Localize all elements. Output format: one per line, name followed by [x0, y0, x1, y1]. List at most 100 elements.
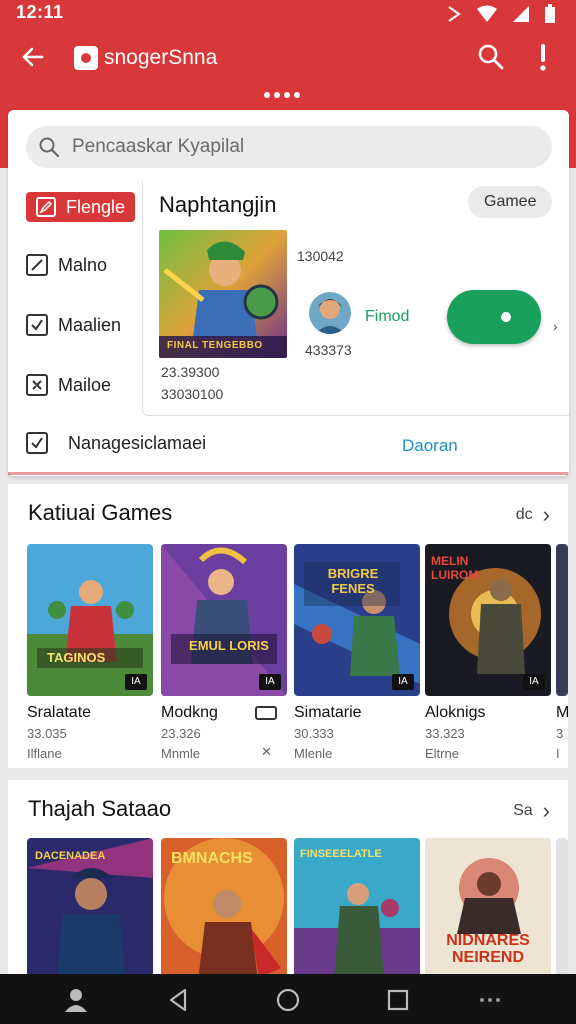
- tile-badge: IA: [125, 674, 147, 690]
- app-logo: [74, 46, 98, 70]
- game-art: [556, 544, 568, 696]
- game-name: Aloknigs: [425, 704, 486, 721]
- enable-toggle[interactable]: [447, 290, 541, 344]
- game-meta: I: [556, 746, 560, 761]
- section-katiuai-games: Katiuai Games dc › TAGINOS IA Sralatate …: [8, 484, 568, 768]
- game-art: NIDNARES NEIREND: [425, 838, 551, 974]
- more-dots-icon[interactable]: [476, 986, 504, 1014]
- game-meta: Eltrne: [425, 746, 459, 761]
- filter-sheet: Flengle Malno Maalien Mailoe Naphtangjin…: [8, 110, 569, 476]
- section-more-label: dc: [515, 506, 533, 523]
- section-thajah-sataao: Thajah Sataao Sa › DACENADEA BMNACHS FIN…: [8, 780, 568, 974]
- checkbox-icon: [26, 314, 48, 336]
- game-meta: 30.333: [294, 726, 334, 741]
- chevron-right-icon: ›: [542, 502, 550, 527]
- game-name: Sralatate: [27, 704, 92, 721]
- search-icon: [39, 137, 60, 158]
- search-bar[interactable]: [26, 126, 552, 168]
- game-art-title: BMNACHS: [171, 850, 253, 867]
- back-arrow-icon[interactable]: [18, 42, 48, 72]
- game-tile-partial[interactable]: M 3 I: [556, 544, 568, 764]
- game-art-title: EMUL LORIS: [189, 638, 269, 653]
- user-name[interactable]: Fimod: [365, 308, 409, 326]
- game-meta: Mlenle: [294, 746, 333, 761]
- chevron-right-icon[interactable]: ›: [553, 318, 558, 334]
- edit-checkbox-icon: [36, 197, 56, 217]
- section-more-link[interactable]: dc ›: [516, 502, 550, 528]
- sidebar-item-maalien[interactable]: Maalien: [26, 314, 121, 336]
- game-art-title: TAGINOS: [47, 650, 106, 665]
- game-art-title: DACENADEA: [35, 850, 106, 862]
- overflow-menu-icon[interactable]: [534, 40, 552, 74]
- game-name: Simatarie: [294, 704, 362, 721]
- sidebar-item-label: Maalien: [58, 314, 122, 335]
- detail-stat-1: 130042: [297, 248, 344, 264]
- avatar[interactable]: [309, 292, 351, 334]
- game-meta: Ilflane: [27, 746, 62, 761]
- sidebar-item-malno[interactable]: Malno: [26, 254, 107, 276]
- sidebar-item-label: Malno: [58, 254, 108, 275]
- game-thumbnail[interactable]: FINAL TENGEBBO: [159, 230, 287, 358]
- sidebar-item-mailoe[interactable]: Mailoe: [26, 374, 111, 396]
- toggle-knob: [501, 312, 511, 322]
- game-tile-partial[interactable]: [556, 838, 568, 974]
- nfc-icon: [448, 6, 461, 22]
- tile-badge: IA: [523, 674, 545, 690]
- category-chip[interactable]: Gamee: [468, 186, 553, 218]
- game-art: TAGINOS IA: [27, 544, 153, 696]
- detail-panel: Naphtangjin Gamee FINAL TENGEBBO 130042 …: [142, 180, 569, 416]
- game-name: M: [556, 704, 568, 721]
- sheet-divider: [8, 472, 568, 475]
- thumbnail-caption: FINAL TENGEBBO: [167, 340, 263, 351]
- drag-handle[interactable]: [264, 92, 300, 98]
- app-title: snogerSnna: [104, 46, 218, 69]
- game-art: MELIN LUIROM IA: [425, 544, 551, 696]
- game-meta: 33.323: [425, 726, 465, 741]
- chevron-right-icon: ›: [542, 798, 550, 823]
- game-art-title: BRIGRE FENES: [327, 566, 379, 596]
- manage-row[interactable]: Nanagesiclamaei: [26, 432, 206, 454]
- game-art: BMNACHS: [161, 838, 287, 974]
- game-name: Modkng: [161, 704, 218, 721]
- game-art: FINSEEELATLE: [294, 838, 420, 974]
- game-art: [556, 838, 568, 974]
- manage-link[interactable]: Daoran: [402, 436, 458, 456]
- search-input[interactable]: [72, 126, 532, 168]
- detail-stat-3: 23.39300: [161, 364, 220, 380]
- search-icon[interactable]: [476, 42, 506, 72]
- status-bar: 12:11: [0, 0, 576, 26]
- status-time: 12:11: [16, 2, 64, 22]
- battery-icon: [545, 4, 555, 23]
- recents-square-icon[interactable]: [384, 986, 412, 1014]
- tile-badge: IA: [259, 674, 281, 690]
- section-more-label: Sa: [513, 802, 533, 819]
- tools-icon: ✕: [261, 744, 272, 759]
- detail-stat-4: 33030100: [161, 386, 224, 402]
- detail-stat-2: 433373: [305, 342, 352, 358]
- sidebar: Flengle Malno Maalien Mailoe: [8, 180, 142, 420]
- status-icons: [446, 4, 556, 24]
- system-navigation-bar: [0, 974, 576, 1024]
- tile-badge: IA: [392, 674, 414, 690]
- manage-label: Nanagesiclamaei: [68, 432, 207, 453]
- checkbox-icon: [26, 254, 48, 276]
- game-art: DACENADEA: [27, 838, 153, 974]
- game-meta: 3: [556, 726, 564, 741]
- sidebar-item-label: Mailoe: [58, 374, 112, 395]
- user-icon[interactable]: [62, 986, 90, 1014]
- wifi-icon: [477, 5, 497, 22]
- game-art-title: NIDNARES NEIREND: [446, 932, 530, 966]
- game-meta: Mnmle: [161, 746, 201, 761]
- back-triangle-icon[interactable]: [164, 986, 192, 1014]
- signal-icon: [513, 6, 529, 22]
- checkbox-icon[interactable]: [26, 432, 48, 454]
- game-art: EMUL LORIS IA: [161, 544, 287, 696]
- sidebar-item-flengle[interactable]: Flengle: [26, 192, 136, 222]
- sidebar-item-label: Flengle: [66, 196, 126, 217]
- app-bar: snogerSnna: [0, 30, 576, 86]
- section-more-link[interactable]: Sa ›: [513, 798, 550, 824]
- game-meta: 23.326: [161, 726, 201, 741]
- section-title: Katiuai Games: [28, 500, 173, 525]
- home-circle-icon[interactable]: [274, 986, 302, 1014]
- game-art: BRIGRE FENES IA: [294, 544, 420, 696]
